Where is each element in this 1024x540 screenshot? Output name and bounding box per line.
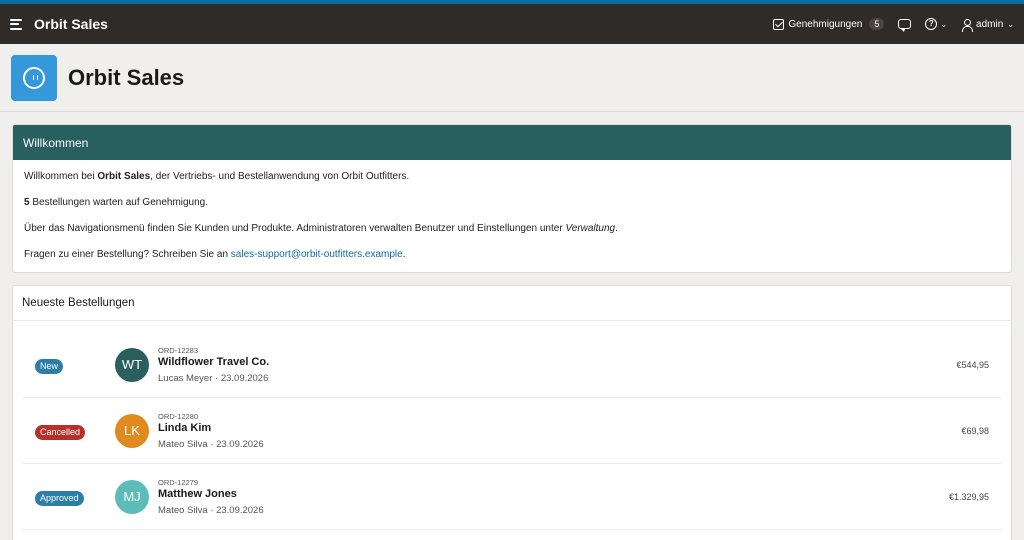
- order-list: New WT ORD-12283 Wildflower Travel Co. L…: [13, 332, 1011, 530]
- chevron-down-icon: ⌄: [1007, 19, 1014, 29]
- user-menu-button[interactable]: admin ⌄: [961, 18, 1014, 32]
- status-badge: New: [35, 358, 64, 374]
- status-badge: Approved: [35, 490, 84, 506]
- order-meta: Mateo Silva · 23.09.2026: [158, 438, 264, 450]
- welcome-body: Willkommen bei Orbit Sales, der Vertrieb…: [13, 160, 1011, 272]
- help-menu-button[interactable]: ? ⌄: [925, 18, 947, 30]
- customer-name: Matthew Jones: [158, 487, 237, 500]
- navigation-hint-text: Über das Navigationsmenü finden Sie Kund…: [24, 223, 618, 234]
- help-icon: ?: [925, 18, 938, 30]
- welcome-intro-text: Willkommen bei Orbit Sales, der Vertrieb…: [24, 171, 410, 182]
- support-contact-text: Fragen zu einer Bestellung? Schreiben Si…: [24, 249, 406, 260]
- order-amount: €69,98: [961, 425, 989, 436]
- customer-name: Linda Kim: [158, 421, 212, 434]
- app-logo-icon: [11, 54, 57, 101]
- order-row[interactable]: New WT ORD-12283 Wildflower Travel Co. L…: [23, 332, 1001, 398]
- approvals-label: Genehmigungen: [788, 18, 863, 30]
- welcome-title: Willkommen: [23, 135, 89, 150]
- page-title: Orbit Sales: [68, 64, 185, 90]
- order-row[interactable]: Cancelled LK ORD-12280 Linda Kim Mateo S…: [23, 398, 1001, 464]
- status-badge: Cancelled: [35, 424, 86, 440]
- page-hero: Orbit Sales: [0, 44, 1024, 112]
- pending-approvals-text: 5 Bestellungen warten auf Genehmigung.: [24, 197, 209, 208]
- recent-orders-header: Neueste Bestellungen: [13, 286, 1011, 321]
- recent-orders-title: Neueste Bestellungen: [22, 297, 135, 309]
- order-meta: Mateo Silva · 23.09.2026: [158, 504, 264, 516]
- topbar-actions: Genehmigungen 5 ? ⌄ admin ⌄: [773, 18, 1014, 32]
- chat-icon[interactable]: [898, 19, 912, 32]
- user-name: admin: [976, 18, 1004, 30]
- app-name[interactable]: Orbit Sales: [34, 16, 108, 32]
- order-amount: €544,95: [956, 359, 989, 370]
- avatar: LK: [115, 413, 149, 448]
- welcome-region: Willkommen Willkommen bei Orbit Sales, d…: [12, 124, 1012, 273]
- top-navigation-bar: Orbit Sales Genehmigungen 5 ? ⌄ admin ⌄: [0, 4, 1024, 44]
- avatar: MJ: [115, 479, 149, 514]
- order-id: ORD-12280: [158, 411, 199, 421]
- support-email-link[interactable]: sales-support@orbit-outfitters.example: [231, 249, 403, 260]
- approvals-count-badge: 5: [869, 18, 885, 30]
- order-amount: €1.329,95: [948, 491, 989, 502]
- chevron-down-icon: ⌄: [940, 19, 948, 29]
- order-row[interactable]: Approved MJ ORD-12279 Matthew Jones Mate…: [23, 464, 1001, 530]
- customer-name: Wildflower Travel Co.: [158, 355, 270, 368]
- hamburger-menu-icon[interactable]: [10, 18, 24, 30]
- order-id: ORD-12279: [158, 477, 199, 487]
- approvals-button[interactable]: Genehmigungen 5: [773, 18, 885, 30]
- order-id: ORD-12283: [158, 345, 199, 355]
- user-icon: [961, 18, 974, 32]
- order-meta: Lucas Meyer · 23.09.2026: [158, 372, 269, 384]
- recent-orders-region: Neueste Bestellungen New WT ORD-12283 Wi…: [12, 285, 1012, 540]
- avatar: WT: [115, 347, 149, 382]
- welcome-region-header: Willkommen: [13, 125, 1011, 160]
- checkbox-icon: [773, 18, 785, 30]
